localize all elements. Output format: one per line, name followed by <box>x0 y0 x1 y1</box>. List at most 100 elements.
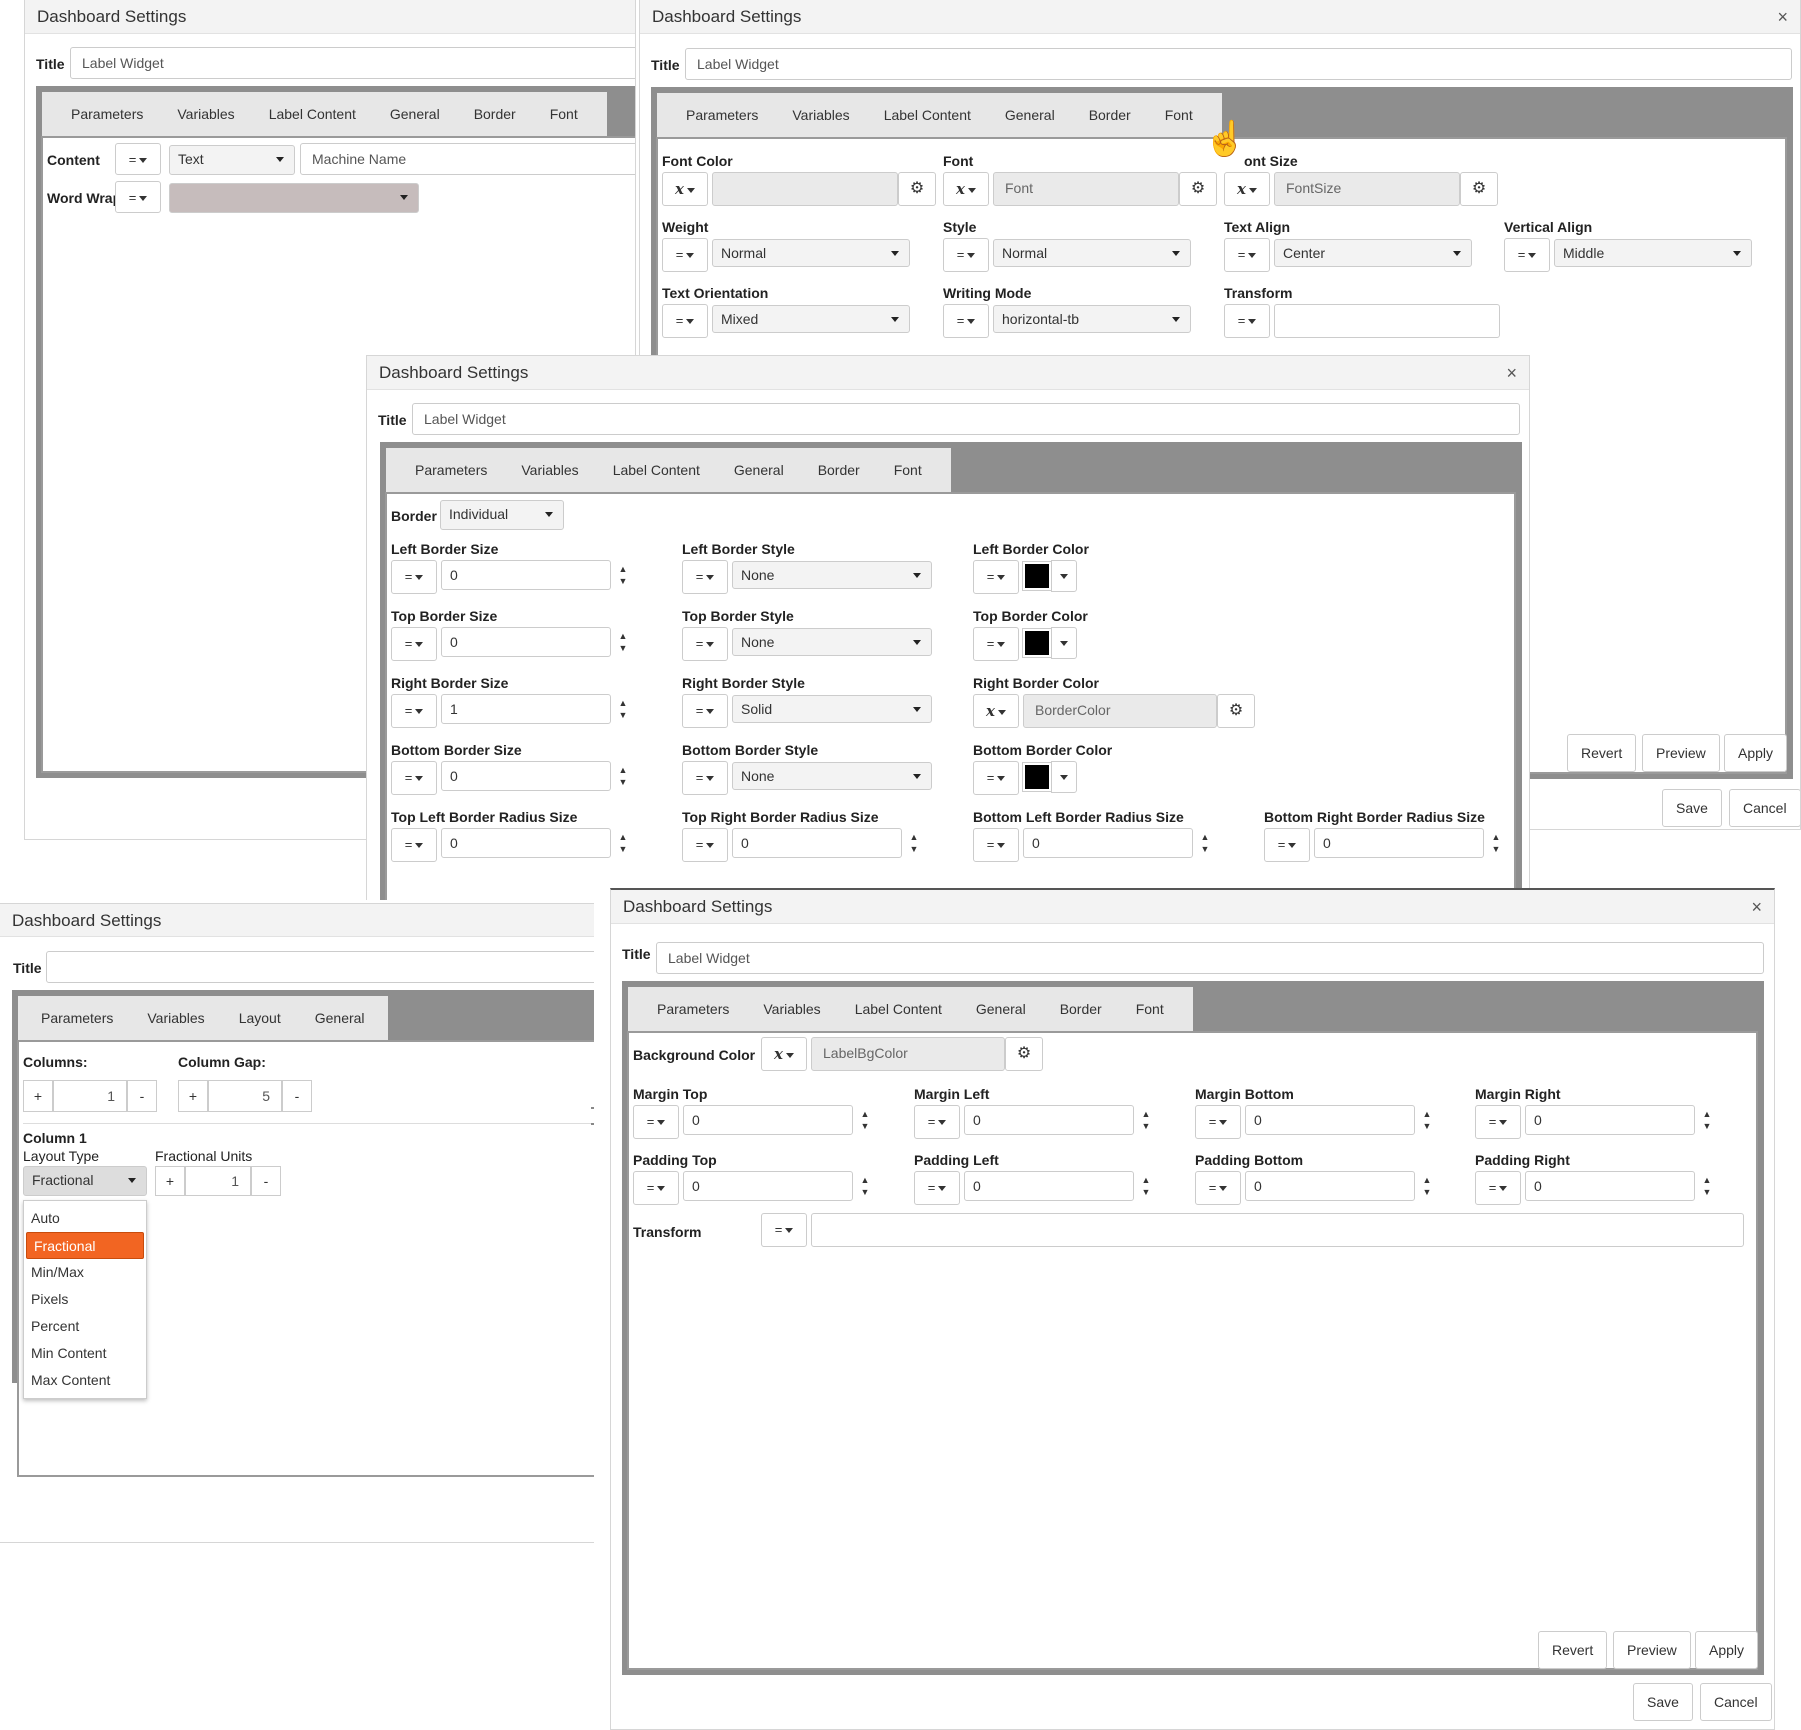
vertical-align-select[interactable]: Middle <box>1554 239 1752 267</box>
padding-top-mode-button[interactable]: = <box>633 1171 679 1205</box>
resize-handle-icon[interactable] <box>591 1107 594 1125</box>
top-left-radius-mode-button[interactable]: = <box>391 828 437 862</box>
tab-parameters[interactable]: Parameters <box>24 1010 130 1026</box>
title-input[interactable]: Label Widget <box>70 47 635 79</box>
tab-parameters[interactable]: Parameters <box>54 106 160 122</box>
transform-mode-button[interactable]: = <box>761 1213 807 1247</box>
right-border-color-input[interactable]: BorderColor <box>1023 694 1217 728</box>
tab-layout[interactable]: Layout <box>222 1010 298 1026</box>
transform-input[interactable] <box>811 1213 1744 1247</box>
padding-bottom-input[interactable]: 0 <box>1245 1171 1415 1201</box>
weight-select[interactable]: Normal <box>712 239 910 267</box>
bottom-border-style-mode-button[interactable]: = <box>682 761 728 795</box>
revert-button[interactable]: Revert <box>1538 1631 1608 1669</box>
close-icon[interactable]: × <box>1506 363 1517 384</box>
top-left-radius-input[interactable]: 0 <box>441 828 611 858</box>
border-mode-select[interactable]: Individual <box>440 500 564 530</box>
preview-button[interactable]: Preview <box>1642 734 1720 772</box>
columns-plus-button[interactable]: + <box>23 1080 53 1112</box>
top-right-radius-mode-button[interactable]: = <box>682 828 728 862</box>
left-border-size-mode-button[interactable]: = <box>391 560 437 594</box>
title-input[interactable]: Label Widget <box>656 942 1764 974</box>
right-border-size-mode-button[interactable]: = <box>391 694 437 728</box>
font-color-gear-button[interactable]: ⚙ <box>898 172 936 206</box>
bottom-border-color-mode-button[interactable]: = <box>973 761 1019 795</box>
save-button[interactable]: Save <box>1633 1683 1693 1721</box>
tab-border[interactable]: Border <box>1043 1001 1119 1017</box>
top-border-size-input[interactable]: 0 <box>441 627 611 657</box>
tab-label-content[interactable]: Label Content <box>838 1001 959 1017</box>
text-orientation-mode-button[interactable]: = <box>662 304 708 338</box>
top-border-color-mode-button[interactable]: = <box>973 627 1019 661</box>
bottom-border-size-input[interactable]: 0 <box>441 761 611 791</box>
tab-font[interactable]: Font <box>533 106 595 122</box>
fractional-units-minus-button[interactable]: - <box>251 1166 281 1196</box>
tab-label-content[interactable]: Label Content <box>252 106 373 122</box>
background-color-input[interactable]: LabelBgColor <box>811 1037 1005 1071</box>
layout-type-select[interactable]: Fractional <box>23 1166 147 1196</box>
font-color-input[interactable] <box>712 172 898 206</box>
top-border-size-spinner[interactable]: ▲ ▼ <box>611 627 635 657</box>
padding-right-mode-button[interactable]: = <box>1475 1171 1521 1205</box>
margin-bottom-spinner[interactable]: ▲ ▼ <box>1415 1105 1439 1135</box>
padding-left-spinner[interactable]: ▲ ▼ <box>1134 1171 1158 1201</box>
left-border-color-dropdown[interactable] <box>1051 560 1077 592</box>
right-border-style-select[interactable]: Solid <box>732 695 932 723</box>
tab-parameters[interactable]: Parameters <box>669 107 775 123</box>
padding-right-input[interactable]: 0 <box>1525 1171 1695 1201</box>
margin-top-input[interactable]: 0 <box>683 1105 853 1135</box>
padding-top-spinner[interactable]: ▲ ▼ <box>853 1171 877 1201</box>
option-pixels[interactable]: Pixels <box>24 1286 146 1313</box>
top-border-color-swatch[interactable] <box>1022 628 1052 658</box>
bottom-left-radius-input[interactable]: 0 <box>1023 828 1193 858</box>
option-auto[interactable]: Auto <box>24 1205 146 1232</box>
dialog-header[interactable]: Dashboard Settings × <box>640 0 1800 34</box>
bottom-border-size-mode-button[interactable]: = <box>391 761 437 795</box>
columns-minus-button[interactable]: - <box>127 1080 157 1112</box>
cancel-button[interactable]: Cancel <box>1700 1683 1772 1721</box>
tab-general[interactable]: General <box>298 1010 382 1026</box>
margin-left-input[interactable]: 0 <box>964 1105 1134 1135</box>
close-icon[interactable]: × <box>1777 7 1788 28</box>
option-min-max[interactable]: Min/Max <box>24 1259 146 1286</box>
font-input[interactable]: Font <box>993 172 1179 206</box>
left-border-style-mode-button[interactable]: = <box>682 560 728 594</box>
bottom-border-size-spinner[interactable]: ▲ ▼ <box>611 761 635 791</box>
font-mode-button[interactable]: x <box>943 172 989 206</box>
padding-left-input[interactable]: 0 <box>964 1171 1134 1201</box>
dialog-header[interactable]: Dashboard Settings <box>0 904 594 937</box>
left-border-color-swatch[interactable] <box>1022 561 1052 591</box>
columns-input[interactable]: 1 <box>53 1080 127 1112</box>
tab-font[interactable]: Font <box>1148 107 1210 123</box>
right-border-color-mode-button[interactable]: x <box>973 694 1019 728</box>
right-border-color-gear-button[interactable]: ⚙ <box>1217 694 1255 728</box>
left-border-style-select[interactable]: None <box>732 561 932 589</box>
bottom-border-color-dropdown[interactable] <box>1051 761 1077 793</box>
fractional-units-plus-button[interactable]: + <box>155 1166 185 1196</box>
writing-mode-mode-button[interactable]: = <box>943 304 989 338</box>
text-orientation-select[interactable]: Mixed <box>712 305 910 333</box>
option-fractional[interactable]: Fractional <box>26 1232 144 1259</box>
tab-border[interactable]: Border <box>457 106 533 122</box>
bottom-border-style-select[interactable]: None <box>732 762 932 790</box>
content-mode-button[interactable]: = <box>115 143 161 175</box>
background-color-gear-button[interactable]: ⚙ <box>1005 1037 1043 1071</box>
tab-variables[interactable]: Variables <box>130 1010 221 1026</box>
margin-top-mode-button[interactable]: = <box>633 1105 679 1139</box>
font-gear-button[interactable]: ⚙ <box>1179 172 1217 206</box>
tab-parameters[interactable]: Parameters <box>398 462 504 478</box>
save-button[interactable]: Save <box>1662 789 1722 827</box>
tab-parameters[interactable]: Parameters <box>640 1001 746 1017</box>
option-percent[interactable]: Percent <box>24 1313 146 1340</box>
font-size-mode-button[interactable]: x <box>1224 172 1270 206</box>
bottom-border-color-swatch[interactable] <box>1022 762 1052 792</box>
margin-top-spinner[interactable]: ▲ ▼ <box>853 1105 877 1135</box>
tab-variables[interactable]: Variables <box>775 107 866 123</box>
padding-left-mode-button[interactable]: = <box>914 1171 960 1205</box>
tab-general[interactable]: General <box>373 106 457 122</box>
column-gap-plus-button[interactable]: + <box>178 1080 208 1112</box>
text-align-select[interactable]: Center <box>1274 239 1472 267</box>
column-gap-input[interactable]: 5 <box>208 1080 282 1112</box>
style-mode-button[interactable]: = <box>943 238 989 272</box>
dialog-header[interactable]: Dashboard Settings <box>25 0 635 34</box>
